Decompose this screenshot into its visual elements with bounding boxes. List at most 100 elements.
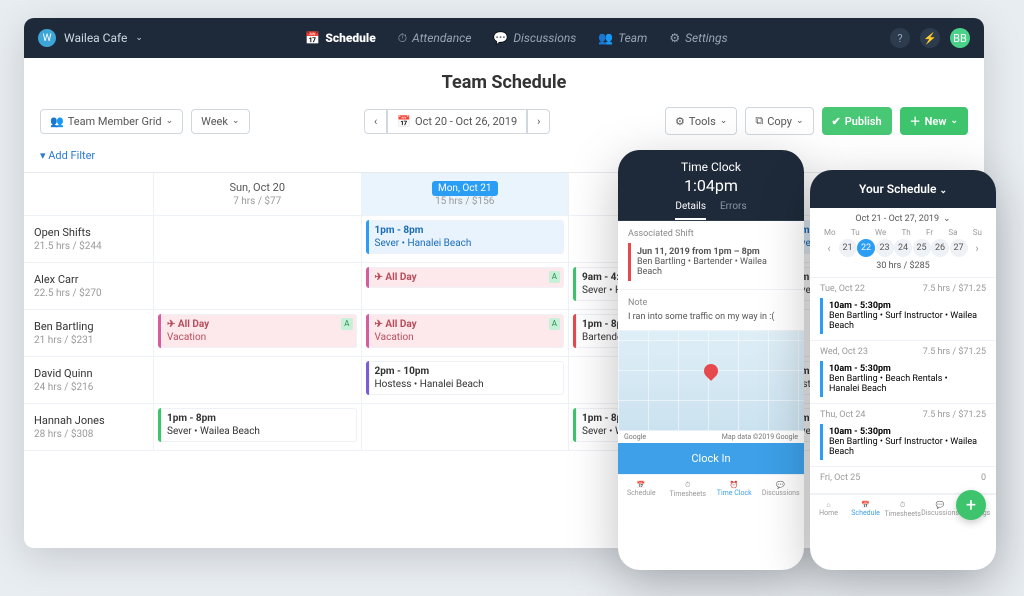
phone1-tab-timesheets[interactable]: ⏱Timesheets xyxy=(665,475,712,504)
row-label: David Quinn24 hrs / $216 xyxy=(24,357,154,404)
shift-block[interactable]: 1pm - 8pmSever • Hanalei Beach xyxy=(366,220,565,254)
phone2-tab-discussions[interactable]: 💬Discussions xyxy=(921,495,959,524)
row-label: Alex Carr22.5 hrs / $270 xyxy=(24,263,154,310)
shift-block[interactable]: ✈ All DayVacation xyxy=(158,314,357,348)
schedule-cell[interactable]: ✈ All DayVacation xyxy=(362,310,570,357)
topbar: W Wailea Cafe ⌄ 📅 Schedule ⏱ Attendance … xyxy=(24,18,984,58)
schedule-cell[interactable]: 1pm - 8pmSever • Hanalei Beach xyxy=(362,216,570,263)
note-label: Note xyxy=(628,298,794,308)
schedule-cell[interactable]: ✈ All Day xyxy=(362,263,570,310)
day-chip[interactable]: 21 xyxy=(839,239,857,257)
row-label: Open Shifts21.5 hrs / $244 xyxy=(24,216,154,263)
shift-block[interactable]: ✈ All Day xyxy=(366,267,565,288)
date-range-button[interactable]: 📅 Oct 20 - Oct 26, 2019 xyxy=(387,109,527,134)
day-chip[interactable]: 26 xyxy=(931,239,949,257)
day-names: MoTuWeThFrSaSu xyxy=(814,228,992,237)
next-week-button[interactable]: › xyxy=(527,109,550,134)
map-attribution: GoogleMap data ©2019 Google xyxy=(618,431,804,443)
shift-item[interactable]: 10am - 5:30pmBen Bartling • Surf Instruc… xyxy=(820,298,986,334)
nav-discussions[interactable]: 💬 Discussions xyxy=(493,31,576,46)
phone1-tabs: Details Errors xyxy=(618,201,804,221)
day-chip[interactable]: 23 xyxy=(876,239,894,257)
add-button[interactable]: + xyxy=(956,490,986,520)
day-chip[interactable]: 27 xyxy=(950,239,968,257)
new-button[interactable]: ＋ New ⌄ xyxy=(900,107,968,135)
toolbar: 👥 Team Member Grid ⌄ Week ⌄ ‹ 📅 Oct 20 -… xyxy=(24,107,984,145)
day-section: Thu, Oct 247.5 hrs / $71.2510am - 5:30pm… xyxy=(810,404,996,467)
row-label: Ben Bartling21 hrs / $231 xyxy=(24,310,154,357)
phone1-footer: 📅Schedule⏱Timesheets⏰Time Clock💬Discussi… xyxy=(618,474,804,504)
column-header: Mon, Oct 2115 hrs / $156 xyxy=(362,173,570,216)
phone2-header[interactable]: Your Schedule ⌄ xyxy=(810,170,996,208)
schedule-cell[interactable] xyxy=(362,404,570,451)
page-title: Team Schedule xyxy=(24,58,984,107)
day-chip[interactable]: 25 xyxy=(913,239,931,257)
day-numbers: ‹21222324252627› xyxy=(814,239,992,257)
tab-details[interactable]: Details xyxy=(675,201,706,220)
schedule-cell[interactable] xyxy=(154,357,362,404)
phone1-time: 1:04pm xyxy=(618,176,804,195)
column-header: Sun, Oct 207 hrs / $77 xyxy=(154,173,362,216)
nav-attendance[interactable]: ⏱ Attendance xyxy=(398,31,472,46)
shift-block[interactable]: 1pm - 8pmSever • Wailea Beach xyxy=(158,408,357,442)
brand[interactable]: W Wailea Cafe ⌄ xyxy=(38,29,143,47)
main-nav: 📅 Schedule ⏱ Attendance 💬 Discussions 👥 … xyxy=(305,31,727,46)
nav-team[interactable]: 👥 Team xyxy=(598,31,647,46)
schedule-cell[interactable]: ✈ All DayVacation xyxy=(154,310,362,357)
nav-schedule[interactable]: 📅 Schedule xyxy=(305,31,375,46)
week-range[interactable]: Oct 21 - Oct 27, 2019 ⌄ xyxy=(814,214,992,224)
next-day-button[interactable]: › xyxy=(968,239,986,257)
view-week-button[interactable]: Week ⌄ xyxy=(191,109,249,134)
schedule-cell[interactable] xyxy=(154,216,362,263)
phone1-header: Time Clock 1:04pm Details Errors xyxy=(618,150,804,221)
prev-day-button[interactable]: ‹ xyxy=(820,239,838,257)
row-label: Hannah Jones28 hrs / $308 xyxy=(24,404,154,451)
day-section: Tue, Oct 227.5 hrs / $71.2510am - 5:30pm… xyxy=(810,278,996,341)
phone2-tab-schedule[interactable]: 📅Schedule xyxy=(847,495,884,524)
shift-block[interactable]: 2pm - 10pmHostess • Hanalei Beach xyxy=(366,361,565,395)
map-pin-icon xyxy=(701,361,721,381)
phone2-tab-timesheets[interactable]: ⏱Timesheets xyxy=(884,495,921,524)
week-total: 30 hrs / $285 xyxy=(814,261,992,271)
copy-button[interactable]: ⧉ Copy ⌄ xyxy=(745,107,813,135)
nav-settings[interactable]: ⚙ Settings xyxy=(669,31,727,46)
tools-button[interactable]: ⚙ Tools ⌄ xyxy=(665,107,737,135)
phone2-tab-home[interactable]: ⌂Home xyxy=(810,495,847,524)
phone1-tab-schedule[interactable]: 📅Schedule xyxy=(618,475,665,504)
brand-name: Wailea Cafe xyxy=(64,31,127,45)
phone-schedule: Your Schedule ⌄ Oct 21 - Oct 27, 2019 ⌄ … xyxy=(810,170,996,570)
brand-badge: W xyxy=(38,29,56,47)
week-picker: Oct 21 - Oct 27, 2019 ⌄ MoTuWeThFrSaSu ‹… xyxy=(810,208,996,278)
shift-block[interactable]: ✈ All DayVacation xyxy=(366,314,565,348)
phone2-shift-list: Tue, Oct 227.5 hrs / $71.2510am - 5:30pm… xyxy=(810,278,996,494)
map[interactable] xyxy=(618,331,804,431)
associated-shift-section: Associated Shift Jun 11, 2019 from 1pm –… xyxy=(618,221,804,290)
schedule-cell[interactable]: 2pm - 10pmHostess • Hanalei Beach xyxy=(362,357,570,404)
day-chip[interactable]: 24 xyxy=(894,239,912,257)
bolt-icon[interactable]: ⚡ xyxy=(920,28,940,48)
note-text[interactable]: I ran into some traffic on my way in :( xyxy=(628,312,794,322)
shift-item[interactable]: 10am - 5:30pmBen Bartling • Surf Instruc… xyxy=(820,424,986,460)
clock-in-button[interactable]: Clock In xyxy=(618,443,804,474)
avatar[interactable]: BB xyxy=(950,28,970,48)
help-icon[interactable]: ? xyxy=(890,28,910,48)
chevron-down-icon: ⌄ xyxy=(135,33,143,43)
phone1-title: Time Clock xyxy=(618,160,804,174)
phone-timeclock: Time Clock 1:04pm Details Errors Associa… xyxy=(618,150,804,570)
topbar-right: ? ⚡ BB xyxy=(890,28,970,48)
view-grid-button[interactable]: 👥 Team Member Grid ⌄ xyxy=(40,109,183,134)
phone1-tab-discussions[interactable]: 💬Discussions xyxy=(758,475,805,504)
day-chip[interactable]: 22 xyxy=(857,239,875,257)
tab-errors[interactable]: Errors xyxy=(720,201,747,220)
phone1-tab-time clock[interactable]: ⏰Time Clock xyxy=(711,475,758,504)
assoc-shift[interactable]: Jun 11, 2019 from 1pm – 8pm Ben Bartling… xyxy=(628,243,794,281)
shift-item[interactable]: 10am - 5:30pmBen Bartling • Beach Rental… xyxy=(820,361,986,397)
prev-week-button[interactable]: ‹ xyxy=(364,109,387,134)
add-filter-button[interactable]: ▾ Add Filter xyxy=(24,145,984,172)
publish-button[interactable]: ✔ Publish xyxy=(822,107,892,135)
schedule-cell[interactable]: 1pm - 8pmSever • Wailea Beach xyxy=(154,404,362,451)
assoc-label: Associated Shift xyxy=(628,229,794,239)
note-section: Note I ran into some traffic on my way i… xyxy=(618,290,804,331)
day-section: Wed, Oct 237.5 hrs / $71.2510am - 5:30pm… xyxy=(810,341,996,404)
schedule-cell[interactable] xyxy=(154,263,362,310)
